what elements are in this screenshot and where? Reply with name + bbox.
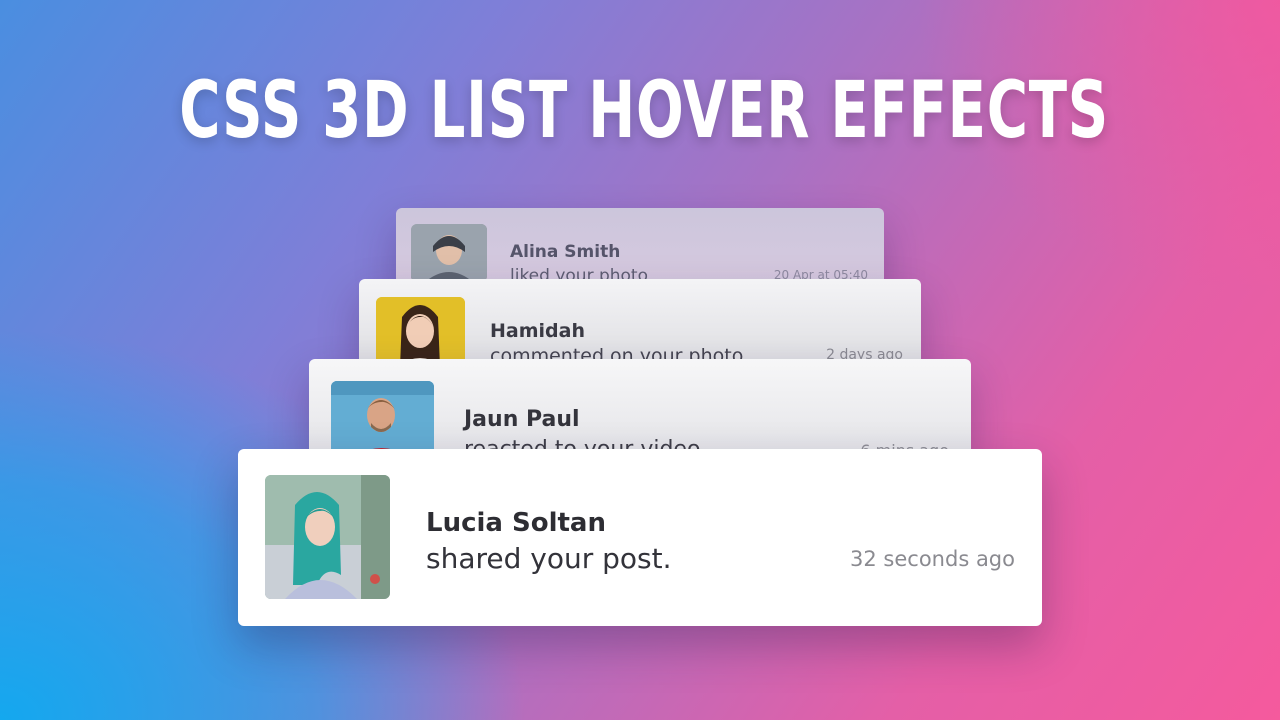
avatar (376, 297, 465, 365)
notification-card-alina[interactable]: Alina Smith liked your photo 20 Apr at 0… (396, 208, 884, 288)
notification-name: Jaun Paul (464, 407, 580, 432)
notification-name: Alina Smith (510, 242, 621, 262)
notification-card-hamidah[interactable]: Hamidah commented on your photo 2 days a… (359, 279, 921, 365)
page-title: CSS 3D LIST HOVER EFFECTS (179, 66, 1109, 156)
notification-card-jaun[interactable]: Jaun Paul reacted to your video 6 mins a… (309, 359, 971, 455)
notification-name: Hamidah (490, 320, 585, 342)
avatar (331, 381, 434, 455)
notification-action: shared your post. (426, 542, 672, 575)
avatar (411, 224, 487, 282)
notification-time: 32 seconds ago (850, 547, 1015, 571)
avatar (265, 475, 390, 599)
notification-name: Lucia Soltan (426, 508, 606, 538)
notification-card-lucia[interactable]: Lucia Soltan shared your post. 32 second… (238, 449, 1042, 626)
